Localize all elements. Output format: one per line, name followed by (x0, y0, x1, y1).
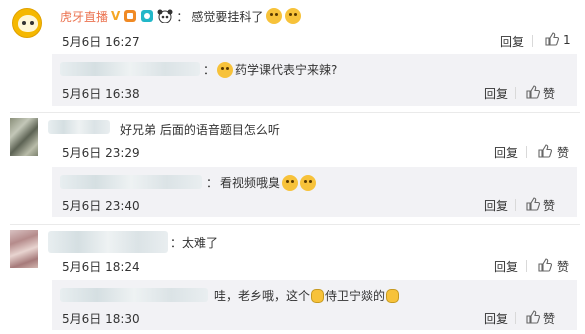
avatar[interactable] (10, 118, 38, 156)
fist-emoji-icon (386, 288, 400, 303)
smile-emoji-icon (300, 174, 317, 191)
thumbs-up-icon[interactable] (538, 144, 552, 158)
thumbs-up-icon[interactable] (526, 310, 540, 324)
reply-button[interactable]: 回复 (494, 144, 518, 161)
action-separator (515, 199, 516, 211)
username-link[interactable]: 虎牙直播 (60, 8, 108, 25)
comment-text: 感觉要挂科了 (191, 9, 264, 24)
thumbs-up-icon[interactable] (538, 258, 552, 272)
thumbs-up-icon[interactable] (526, 85, 540, 99)
comment-text: 太难了 (182, 236, 219, 250)
blurred-username (60, 288, 208, 302)
blurred-username (60, 62, 200, 76)
laughing-cry-emoji-icon (266, 8, 283, 24)
reply-text: 哇，老乡哦，这个 (214, 289, 311, 303)
comment-divider (10, 224, 580, 225)
action-separator (515, 87, 516, 99)
tiger-avatar-icon (18, 15, 38, 32)
reply-time: 5月6日 16:38 (62, 87, 140, 101)
level-badge-icon (124, 10, 137, 22)
like-label[interactable]: 赞 (543, 310, 555, 327)
action-separator (526, 260, 527, 272)
blurred-username (60, 175, 202, 189)
action-separator (532, 35, 533, 47)
shocked-emoji-icon (217, 61, 234, 78)
reply-button[interactable]: 回复 (500, 33, 524, 50)
reply-button[interactable]: 回复 (484, 310, 508, 327)
comment-header: 虎牙直播 V ： 感觉要挂科了 (60, 7, 302, 25)
comment-divider (10, 112, 580, 113)
action-separator (515, 312, 516, 324)
like-count[interactable]: 1 (563, 33, 571, 47)
thumbs-up-icon[interactable] (526, 197, 540, 211)
reply-text: 侍卫宁燚的 (325, 289, 386, 303)
reply-button[interactable]: 回复 (484, 197, 508, 214)
cyan-badge-icon (141, 10, 154, 22)
like-label[interactable]: 赞 (543, 197, 555, 214)
reply-text: 看视频哦臭 (220, 176, 281, 190)
comment-time: 5月6日 23:29 (62, 146, 140, 160)
like-label[interactable]: 赞 (557, 144, 569, 161)
reply-time: 5月6日 23:40 (62, 199, 140, 213)
blurred-username (48, 231, 168, 253)
reply-text: 药学课代表宁来辣? (235, 63, 338, 77)
reply-time: 5月6日 18:30 (62, 312, 140, 326)
smile-emoji-icon (282, 174, 299, 191)
like-label[interactable]: 赞 (543, 85, 555, 102)
laughing-cry-emoji-icon (285, 8, 302, 24)
blurred-username (48, 120, 110, 134)
avatar[interactable] (12, 8, 42, 38)
action-separator (526, 146, 527, 158)
reply-button[interactable]: 回复 (484, 85, 508, 102)
fist-emoji-icon (311, 288, 325, 303)
comment-text: 好兄弟 后面的语音题目怎么听 (120, 123, 280, 137)
like-label[interactable]: 赞 (557, 258, 569, 275)
thumbs-up-icon[interactable] (545, 32, 559, 46)
comment-time: 5月6日 18:24 (62, 260, 140, 274)
avatar[interactable] (10, 230, 38, 268)
panda-icon (157, 9, 173, 23)
reply-button[interactable]: 回复 (494, 258, 518, 275)
comment-time: 5月6日 16:27 (62, 35, 140, 49)
verified-v-icon: V (111, 9, 121, 23)
